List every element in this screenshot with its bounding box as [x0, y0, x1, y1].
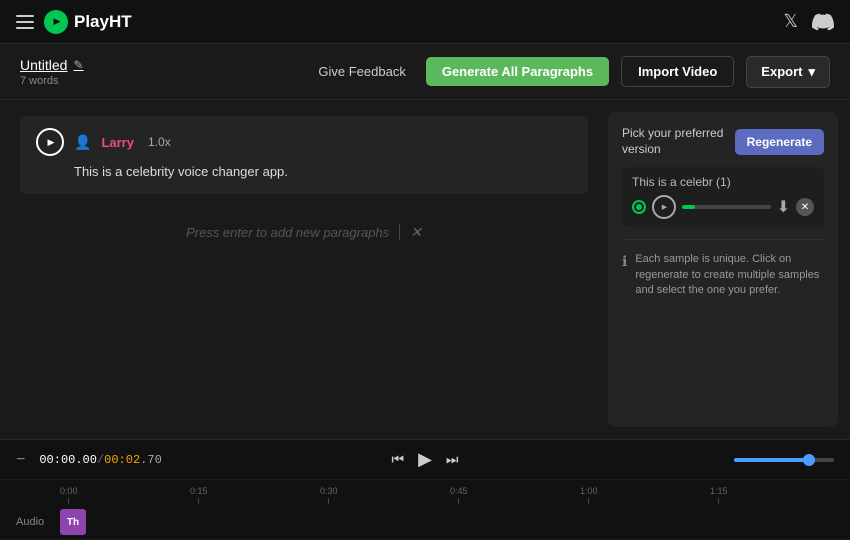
ruler-mark-0: 0:00 — [60, 486, 78, 504]
sample-progress-bar[interactable] — [682, 205, 771, 209]
timeline-controls: − 00:00.00 / 00:02.70 ⏮ ▶ ⏭ — [0, 440, 850, 480]
add-paragraph-close-icon[interactable]: ✕ — [410, 224, 422, 241]
logo-icon — [44, 10, 68, 34]
add-paragraph-divider — [399, 224, 400, 240]
add-paragraph-placeholder[interactable]: Press enter to add new paragraphs — [186, 225, 389, 240]
doc-title-text: Untitled — [20, 57, 67, 73]
ruler-mark-1: 0:15 — [190, 486, 208, 504]
volume-control — [734, 458, 834, 462]
import-button[interactable]: Import Video — [621, 56, 734, 87]
add-paragraph-row: Press enter to add new paragraphs ✕ — [20, 204, 588, 261]
twitter-icon[interactable]: 𝕏 — [783, 11, 798, 32]
export-button[interactable]: Export ▾ — [746, 56, 830, 88]
sample-play-button[interactable] — [652, 195, 676, 219]
info-icon: ℹ — [622, 253, 627, 270]
ruler-mark-5: 1:15 — [710, 486, 728, 504]
top-nav: PlayHT 𝕏 — [0, 0, 850, 44]
volume-fill — [734, 458, 809, 462]
doc-title[interactable]: Untitled ✎ — [20, 57, 84, 73]
side-panel-header: Pick your preferred version Regenerate — [622, 126, 824, 157]
logo-text: PlayHT — [74, 12, 132, 32]
edit-icon: ✎ — [73, 58, 83, 72]
timeline-tracks: Audio Th — [0, 504, 850, 540]
toolbar-actions: Give Feedback Generate All Paragraphs Im… — [310, 56, 830, 88]
transport-controls: ⏮ ▶ ⏭ — [389, 447, 460, 472]
voice-name[interactable]: Larry — [101, 135, 134, 150]
side-panel: Pick your preferred version Regenerate T… — [608, 112, 838, 427]
info-box: ℹ Each sample is unique. Click on regene… — [622, 252, 824, 298]
sample-item: This is a celebr (1) ⬇ ✕ — [622, 167, 824, 227]
sample-close-button[interactable]: ✕ — [796, 198, 814, 216]
export-label: Export — [761, 64, 802, 79]
audio-clip[interactable]: Th — [60, 509, 86, 535]
main-content: 👤 Larry 1.0x This is a celebrity voice c… — [0, 100, 850, 439]
ruler-mark-2: 0:30 — [320, 486, 338, 504]
menu-icon[interactable] — [16, 15, 34, 29]
nav-right: 𝕏 — [783, 11, 834, 33]
time-display: 00:00.00 / 00:02.70 — [39, 453, 161, 467]
ruler-mark-4: 1:00 — [580, 486, 598, 504]
sample-controls: ⬇ ✕ — [632, 195, 814, 219]
speed-badge: 1.0x — [148, 135, 171, 149]
info-text: Each sample is unique. Click on regenera… — [635, 252, 824, 298]
generate-button[interactable]: Generate All Paragraphs — [426, 57, 609, 86]
discord-icon[interactable] — [812, 11, 834, 33]
zoom-out-icon[interactable]: − — [16, 451, 25, 469]
skip-back-button[interactable]: ⏮ — [389, 449, 406, 470]
para-text[interactable]: This is a celebrity voice changer app. — [36, 162, 572, 182]
volume-slider[interactable] — [734, 458, 834, 462]
ruler-mark-3: 0:45 — [450, 486, 468, 504]
timeline-ruler: 0:00 0:15 0:30 0:45 1:00 1:15 — [0, 480, 850, 504]
sample-radio[interactable] — [632, 200, 646, 214]
sample-download-icon[interactable]: ⬇ — [777, 197, 790, 217]
play-pause-button[interactable]: ▶ — [416, 447, 434, 472]
sample-progress-fill — [682, 205, 695, 209]
current-time: 00:00.00 — [39, 453, 97, 467]
para-play-button[interactable] — [36, 128, 64, 156]
voice-icon: 👤 — [74, 134, 91, 151]
preferred-label: Pick your preferred version — [622, 126, 723, 157]
word-count: 7 words — [20, 75, 84, 87]
para-header: 👤 Larry 1.0x — [36, 128, 572, 156]
ruler-marks: 0:00 0:15 0:30 0:45 1:00 1:15 — [60, 480, 850, 504]
toolbar: Untitled ✎ 7 words Give Feedback Generat… — [0, 44, 850, 100]
sample-label: This is a celebr (1) — [632, 175, 814, 189]
timeline: − 00:00.00 / 00:02.70 ⏮ ▶ ⏭ 0:00 — [0, 439, 850, 539]
logo: PlayHT — [44, 10, 132, 34]
total-time: 00:02.70 — [104, 453, 162, 467]
feedback-button[interactable]: Give Feedback — [310, 64, 413, 79]
nav-left: PlayHT — [16, 10, 132, 34]
export-chevron-icon: ▾ — [808, 64, 815, 80]
toolbar-left: Untitled ✎ 7 words — [20, 57, 84, 87]
paragraph-block: 👤 Larry 1.0x This is a celebrity voice c… — [20, 116, 588, 194]
editor-area: 👤 Larry 1.0x This is a celebrity voice c… — [0, 100, 608, 439]
regenerate-button[interactable]: Regenerate — [735, 129, 824, 155]
track-label: Audio — [0, 516, 60, 528]
volume-thumb — [803, 454, 815, 466]
track-content: Th — [60, 507, 850, 537]
skip-forward-button[interactable]: ⏭ — [444, 449, 461, 470]
panel-divider — [622, 239, 824, 240]
